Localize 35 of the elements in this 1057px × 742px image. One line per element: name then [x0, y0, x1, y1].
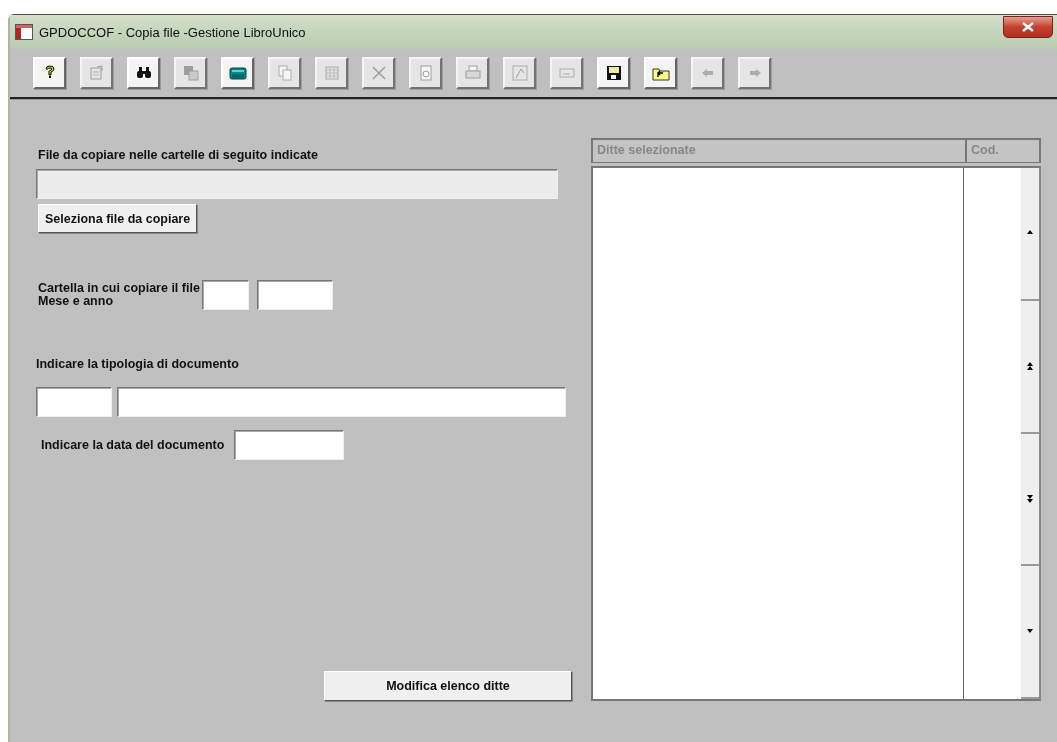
close-button[interactable]	[1003, 16, 1053, 38]
select-file-button[interactable]: Seleziona file da copiare	[38, 204, 198, 233]
field-label: Indicare la tipologia di documento	[36, 357, 239, 371]
copy-icon	[275, 64, 294, 82]
scroll-button[interactable]	[1021, 566, 1039, 699]
type-description-field[interactable]	[117, 387, 566, 417]
toolbar-button[interactable]	[221, 57, 254, 89]
scroll-button[interactable]	[1021, 168, 1039, 301]
scroll-button[interactable]	[1021, 433, 1039, 567]
toolbar-button[interactable]	[597, 57, 630, 89]
column-header: Ditte selezionate	[593, 140, 967, 162]
toolbar-button[interactable]	[127, 57, 160, 89]
grid-icon	[322, 64, 341, 82]
app-icon	[15, 24, 33, 40]
scroll-button[interactable]	[1021, 300, 1039, 434]
pen-icon	[510, 64, 529, 82]
calculator-icon	[228, 64, 247, 82]
cross-icon	[369, 64, 388, 82]
year-field[interactable]	[256, 280, 333, 310]
window-title: GPDOCCOF - Copia file -Gestione LibroUnico	[39, 24, 306, 40]
field-label: Cartella in cui copiare il file Mese e anno	[38, 282, 200, 308]
column-header: Cod.	[970, 142, 1000, 159]
double-down-arrow-icon	[1026, 493, 1034, 504]
layers-icon	[181, 64, 200, 82]
field-label: File da copiare nelle cartelle di seguito indicate	[38, 148, 318, 162]
document-icon	[87, 64, 106, 82]
month-field[interactable]	[201, 280, 249, 310]
date-field[interactable]	[234, 430, 345, 460]
field-label: Indicare la data del documento	[41, 438, 225, 452]
modify-list-button[interactable]: Modifica elenco ditte	[324, 671, 572, 701]
double-up-arrow-icon	[1026, 361, 1034, 372]
toolbar-button[interactable]	[33, 57, 66, 89]
printer-icon	[463, 64, 482, 82]
type-code-field[interactable]	[36, 387, 112, 417]
close-icon	[1022, 22, 1034, 32]
